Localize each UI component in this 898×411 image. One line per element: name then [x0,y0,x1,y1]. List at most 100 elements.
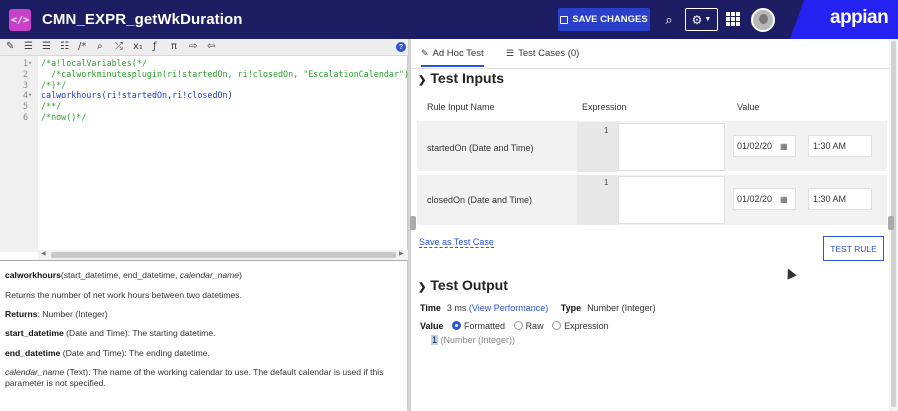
expression-gutter [577,122,618,172]
chevron-down-icon: ❯ [418,75,427,86]
col-value: Value [737,102,760,112]
dependents-search-icon[interactable]: ⌕ [660,8,678,31]
line-number: 4 [22,90,28,101]
code-text: /*calworkminutesplugin(ri!startedOn, ri!… [41,69,409,80]
fold-toggle-icon[interactable]: ▾ [28,58,32,69]
app-header: </> CMN_EXPR_getWkDuration SAVE CHANGES … [0,0,898,39]
test-inputs-header[interactable]: ❯ Test Inputs [418,70,504,86]
settings-menu-button[interactable]: ⚙ ▼ [685,8,718,31]
function-signature: calworkhours(start_datetime, end_datetim… [5,270,242,280]
search-icon[interactable]: ⌕ [97,41,103,53]
code-token: /**/ [41,101,62,112]
help-icon[interactable]: ? [396,42,406,52]
radio-raw[interactable]: Raw [513,321,544,331]
startedon-expression-input[interactable] [618,123,725,171]
code-line[interactable]: 1 ▾ /*a!localVariables(*/ [0,58,408,69]
result-value: 1 [431,335,439,345]
code-line[interactable]: 3 /*)*/ [0,80,408,91]
line-number: 3 [22,79,28,90]
function-icon[interactable]: ƒ [153,41,157,53]
expression-gutter [577,175,618,225]
expression-rule-icon: </> [9,9,31,31]
scroll-right-icon[interactable]: ▶ [399,250,404,257]
radio-expression[interactable]: Expression [552,321,609,331]
code-text: calworkhours(ri!startedOn,ri!closedOn) [41,90,233,101]
expression-line-number: 1 [604,126,609,135]
col-expression: Expression [582,102,627,112]
tab-ad-hoc-test[interactable]: ✎ Ad Hoc Test [421,48,484,67]
scroll-left-icon[interactable]: ◀ [41,250,46,257]
code-line[interactable]: 5 /**/ [0,101,408,112]
code-line[interactable]: 6 /*now()*/ [0,112,408,123]
import-icon[interactable]: ⇦ [207,41,215,53]
param-start-datetime: start_datetime (Date and Time): The star… [5,328,216,338]
code-token: /*now()*/ [41,111,87,122]
code-text: /*now()*/ [41,112,86,123]
output-value-format: Value Formatted Raw Expression [420,321,609,331]
calendar-icon[interactable]: ▦ [780,142,788,151]
code-area[interactable]: 1 ▾/*a!localVariables(*/2 /*calworkminute… [0,58,409,123]
page-title: CMN_EXPR_getWkDuration [42,11,243,28]
radio-formatted[interactable]: Formatted [452,321,505,331]
code-token: /*calworkminutesplugin(ri!startedOn, ri!… [41,68,410,79]
code-line[interactable]: 4 ▾ calworkhours(ri!startedOn,ri!closedOn) [0,90,408,101]
app-navigation-grid-icon[interactable] [726,12,740,26]
code-token: /*a!localVariables(*/ [41,58,147,68]
outdent-icon[interactable]: ☰ [42,41,51,53]
col-rule-input-name: Rule Input Name [427,102,495,112]
code-text: /*)*/ [41,80,66,91]
input-name-closedon: closedOn (Date and Time) [427,195,533,205]
expression-line-number: 1 [604,178,609,187]
list-icon[interactable]: ☷ [60,41,69,53]
line-number: 1 [22,58,28,68]
line-number: 5 [22,101,28,112]
test-rule-button[interactable]: TEST RULE [823,236,884,261]
code-text: /*a!localVariables(*/ [41,58,147,69]
tab-test-cases[interactable]: ☰ Test Cases (0) [506,48,579,59]
code-line[interactable]: 2 /*calworkminutesplugin(ri!startedOn, r… [0,68,409,80]
scrollbar-thumb[interactable] [51,252,396,258]
output-result: 1 (Number (Integer)) [431,335,515,345]
calendar-icon[interactable]: ▦ [780,195,788,204]
chevron-down-icon: ❯ [418,282,427,293]
caret-down-icon: ▼ [704,16,712,23]
save-changes-label: SAVE CHANGES [572,14,648,25]
input-name-startedon: startedOn (Date and Time) [427,143,534,153]
appian-logo: appian [830,7,889,28]
startedon-date-field[interactable]: 01/02/20 ▦ [733,135,796,157]
wand-icon[interactable]: ✎ [6,41,14,53]
fold-toggle-icon[interactable]: ▾ [28,90,32,101]
shuffle-icon[interactable]: ⤮ [115,41,123,53]
test-output-header[interactable]: ❯ Test Output [418,277,508,293]
function-documentation: calworkhours(start_datetime, end_datetim… [0,260,408,411]
collapse-right-handle[interactable] [888,216,894,230]
view-performance-link[interactable]: (View Performance) [469,303,548,313]
code-token: ) [227,90,233,101]
code-text: /**/ [41,101,61,112]
closedon-expression-input[interactable] [618,176,725,224]
closedon-date-field[interactable]: 01/02/20 ▦ [733,188,796,210]
pi-icon[interactable]: π [171,41,177,53]
test-tabs: ✎ Ad Hoc Test ☰ Test Cases (0) [411,39,889,69]
closedon-time-field[interactable]: 1:30 AM [808,188,872,210]
horizontal-scrollbar[interactable]: ◀ ▶ [38,250,408,260]
indent-icon[interactable]: ☰ [24,41,33,53]
list-icon: ☰ [506,48,515,58]
editor-toolbar: ✎ ☰ ☰ ☷ /* ⌕ ⤮ x₁ ƒ π ⇨ ⇦ ? [0,39,408,56]
param-calendar-name: calendar_name (Text): The name of the wo… [5,367,384,388]
export-icon[interactable]: ⇨ [189,41,197,53]
user-avatar[interactable] [751,8,775,32]
save-changes-button[interactable]: SAVE CHANGES [558,8,650,31]
line-number: 6 [22,111,28,122]
startedon-time-field[interactable]: 1:30 AM [808,135,872,157]
edit-icon: ✎ [421,48,429,58]
result-type: (Number (Integer)) [438,335,516,345]
code-token: /*)*/ [41,79,67,90]
output-time-type: Time 3 ms (View Performance) Type Number (… [420,303,656,313]
line-number: 2 [22,68,28,79]
param-end-datetime: end_datetime (Date and Time): The ending… [5,348,210,358]
save-icon [560,15,569,24]
comment-icon[interactable]: /* [78,41,86,53]
subscript-icon[interactable]: x₁ [133,41,143,53]
save-as-test-case-link[interactable]: Save as Test Case [419,237,494,248]
